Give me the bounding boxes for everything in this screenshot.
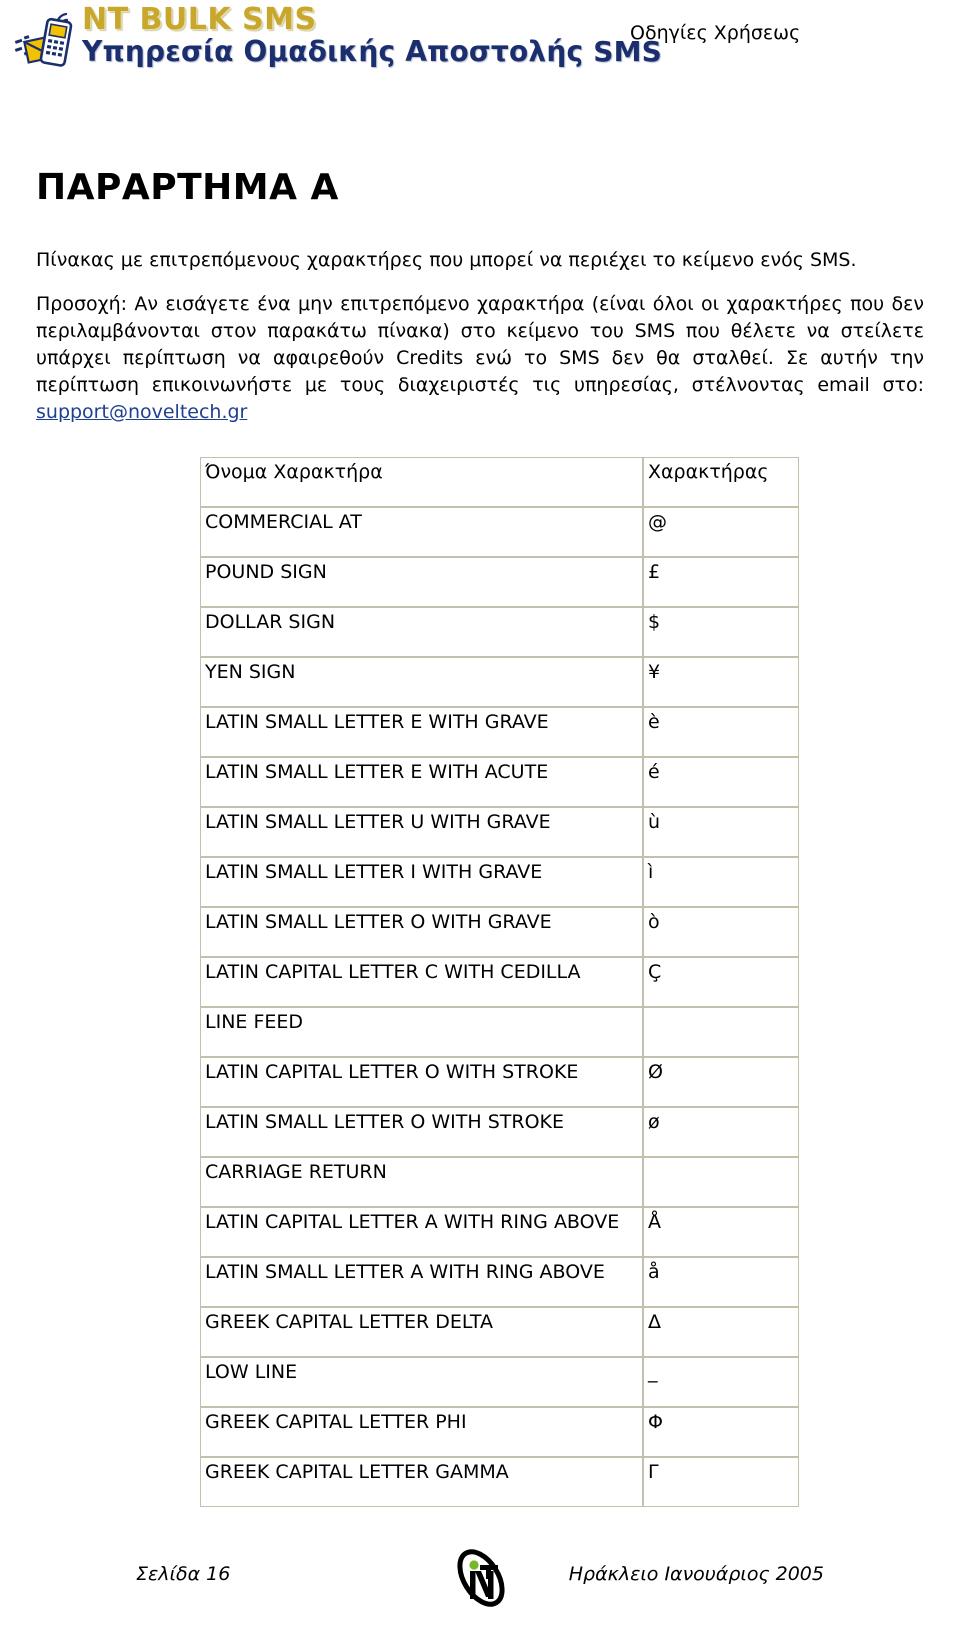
- warning-paragraph: Προσοχή: Αν εισάγετε ένα μην επιτρεπόμεν…: [36, 291, 924, 426]
- footer-page-number: Σελίδα 16: [136, 1563, 231, 1585]
- cell-character-name: COMMERCIAL AT: [200, 507, 643, 557]
- table-row: LATIN SMALL LETTER E WITH ACUTE é: [200, 757, 799, 807]
- table-row: CARRIAGE RETURN: [200, 1157, 799, 1207]
- cell-character: Γ: [643, 1457, 799, 1507]
- cell-character-name: LATIN SMALL LETTER O WITH GRAVE: [200, 907, 643, 957]
- cell-character: Ø: [643, 1057, 799, 1107]
- cell-character: å: [643, 1257, 799, 1307]
- table-row: LATIN SMALL LETTER A WITH RING ABOVE å: [200, 1257, 799, 1307]
- table-row: GREEK CAPITAL LETTER PHI Φ: [200, 1407, 799, 1457]
- table-row: LATIN CAPITAL LETTER O WITH STROKE Ø: [200, 1057, 799, 1107]
- brand-logo: NT BULK SMS Υπηρεσία Ομαδικής Αποστολής …: [14, 4, 662, 72]
- brand-name-primary: NT BULK SMS: [82, 2, 317, 37]
- allowed-characters-table: Όνομα Χαρακτήρα Χαρακτήρας COMMERCIAL AT…: [200, 457, 799, 1507]
- warning-text: Προσοχή: Αν εισάγετε ένα μην επιτρεπόμεν…: [36, 293, 924, 396]
- cell-character-name: LATIN SMALL LETTER U WITH GRAVE: [200, 807, 643, 857]
- cell-character-name: LINE FEED: [200, 1007, 643, 1057]
- table-row: COMMERCIAL AT @: [200, 507, 799, 557]
- cell-character: @: [643, 507, 799, 557]
- cell-character: ò: [643, 907, 799, 957]
- table-row: LATIN SMALL LETTER U WITH GRAVE ù: [200, 807, 799, 857]
- document-kind-label: Οδηγίες Χρήσεως: [630, 22, 801, 44]
- table-header-row: Όνομα Χαρακτήρα Χαρακτήρας: [200, 457, 799, 507]
- cell-character-name: GREEK CAPITAL LETTER GAMMA: [200, 1457, 643, 1507]
- table-row: LATIN SMALL LETTER E WITH GRAVE è: [200, 707, 799, 757]
- table-row: LATIN CAPITAL LETTER A WITH RING ABOVE Å: [200, 1207, 799, 1257]
- table-row: GREEK CAPITAL LETTER GAMMA Γ: [200, 1457, 799, 1507]
- cell-character-name: LOW LINE: [200, 1357, 643, 1407]
- nt-ellipse-logo-icon: [450, 1545, 512, 1611]
- cell-character: Å: [643, 1207, 799, 1257]
- page-header: NT BULK SMS Υπηρεσία Ομαδικής Αποστολής …: [0, 0, 960, 92]
- cell-character-name: LATIN SMALL LETTER A WITH RING ABOVE: [200, 1257, 643, 1307]
- cell-character-name: LATIN CAPITAL LETTER O WITH STROKE: [200, 1057, 643, 1107]
- table-row: LATIN SMALL LETTER O WITH STROKE ø: [200, 1107, 799, 1157]
- cell-character-name: LATIN CAPITAL LETTER A WITH RING ABOVE: [200, 1207, 643, 1257]
- table-row: POUND SIGN £: [200, 557, 799, 607]
- cell-character: Ç: [643, 957, 799, 1007]
- cell-character-name: DOLLAR SIGN: [200, 607, 643, 657]
- page-title: ΠΑΡΑΡΤΗΜΑ Α: [36, 167, 339, 209]
- cell-character-name: GREEK CAPITAL LETTER PHI: [200, 1407, 643, 1457]
- cell-character: Δ: [643, 1307, 799, 1357]
- table-row: GREEK CAPITAL LETTER DELTA Δ: [200, 1307, 799, 1357]
- intro-paragraph: Πίνακας με επιτρεπόμενους χαρακτήρες που…: [36, 249, 857, 271]
- cell-character-name: GREEK CAPITAL LETTER DELTA: [200, 1307, 643, 1357]
- cell-character: £: [643, 557, 799, 607]
- cell-character-name: LATIN CAPITAL LETTER C WITH CEDILLA: [200, 957, 643, 1007]
- cell-character-name: CARRIAGE RETURN: [200, 1157, 643, 1207]
- brand-name-secondary: Υπηρεσία Ομαδικής Αποστολής SMS: [82, 35, 663, 68]
- table-row: LATIN SMALL LETTER I WITH GRAVE ì: [200, 857, 799, 907]
- cell-character: ø: [643, 1107, 799, 1157]
- brand-logo-text: NT BULK SMS Υπηρεσία Ομαδικής Αποστολής …: [82, 4, 662, 68]
- cell-character-name: LATIN SMALL LETTER O WITH STROKE: [200, 1107, 643, 1157]
- table-row: LATIN CAPITAL LETTER C WITH CEDILLA Ç: [200, 957, 799, 1007]
- support-email-link[interactable]: support@noveltech.gr: [36, 401, 247, 423]
- cell-character: _: [643, 1357, 799, 1407]
- cell-character: $: [643, 607, 799, 657]
- page-footer: Σελίδα 16 Ηράκλειο Ιανουάριος 2005: [0, 1545, 960, 1638]
- table-row: LINE FEED: [200, 1007, 799, 1057]
- cell-character-name: LATIN SMALL LETTER E WITH GRAVE: [200, 707, 643, 757]
- table-row: LOW LINE _: [200, 1357, 799, 1407]
- table-row: LATIN SMALL LETTER O WITH GRAVE ò: [200, 907, 799, 957]
- table-row: YEN SIGN ¥: [200, 657, 799, 707]
- cell-character-name: LATIN SMALL LETTER E WITH ACUTE: [200, 757, 643, 807]
- table-row: DOLLAR SIGN $: [200, 607, 799, 657]
- mobile-phone-envelope-icon: [14, 8, 80, 70]
- cell-character: [643, 1007, 799, 1057]
- cell-character: é: [643, 757, 799, 807]
- cell-character: ì: [643, 857, 799, 907]
- cell-character: ù: [643, 807, 799, 857]
- cell-character-name: POUND SIGN: [200, 557, 643, 607]
- cell-character: ¥: [643, 657, 799, 707]
- cell-character: è: [643, 707, 799, 757]
- table-body: Όνομα Χαρακτήρα Χαρακτήρας COMMERCIAL AT…: [200, 457, 799, 1507]
- cell-character: [643, 1157, 799, 1207]
- footer-place-date: Ηράκλειο Ιανουάριος 2005: [568, 1563, 824, 1585]
- column-header-character: Χαρακτήρας: [643, 457, 799, 507]
- cell-character-name: YEN SIGN: [200, 657, 643, 707]
- cell-character: Φ: [643, 1407, 799, 1457]
- cell-character-name: LATIN SMALL LETTER I WITH GRAVE: [200, 857, 643, 907]
- column-header-character-name: Όνομα Χαρακτήρα: [200, 457, 643, 507]
